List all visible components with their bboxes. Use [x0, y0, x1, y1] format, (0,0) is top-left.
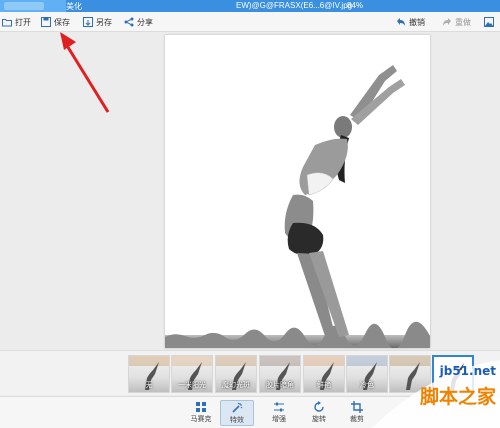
crop-label: 裁剪	[350, 416, 364, 423]
redo-icon	[443, 18, 451, 26]
undo-label: 撤销	[409, 17, 425, 27]
open-button[interactable]: 打开	[2, 15, 31, 29]
photo-preview[interactable]	[165, 35, 430, 348]
redo-button[interactable]: 重做	[442, 15, 471, 29]
watermark-site: jb51.net	[439, 364, 496, 378]
crop-button[interactable]: 裁剪	[340, 400, 374, 426]
filter-label: 魔幻光斑	[222, 382, 250, 389]
mosaic-button[interactable]: 马赛克	[184, 400, 218, 426]
share-icon	[124, 17, 134, 27]
rotate-icon	[314, 401, 324, 412]
redo-label: 重做	[455, 17, 471, 27]
filter-thumbnail[interactable]: 魔幻光斑	[215, 355, 257, 393]
sliders-icon	[274, 402, 284, 412]
save-icon	[41, 17, 51, 27]
file-name: EW)@G@FRASX(E6...6@IV.jpg	[236, 1, 353, 10]
app-logo-area	[0, 0, 66, 12]
undo-icon	[397, 18, 405, 26]
mosaic-icon	[196, 402, 206, 412]
effects-label: 特效	[230, 417, 244, 424]
yoga-woman-image	[165, 35, 430, 348]
filter-thumbnail[interactable]: 胶片暗角	[259, 355, 301, 393]
filter-label: 胶片暗角	[266, 382, 294, 389]
filter-thumbnail[interactable]: 一米阳光	[171, 355, 213, 393]
filter-label: 无	[145, 382, 153, 389]
save-as-label: 另存	[96, 17, 112, 27]
rotate-label: 旋转	[312, 416, 326, 423]
share-button[interactable]: 分享	[124, 15, 153, 29]
avatar[interactable]	[4, 2, 44, 10]
effects-button[interactable]: 特效	[220, 400, 254, 426]
filter-label: 鲜艳	[317, 382, 331, 389]
enhance-label: 增强	[272, 416, 286, 423]
save-button[interactable]: 保存	[41, 15, 70, 29]
watermark-name: 脚本之家	[419, 386, 496, 408]
crop-icon	[351, 401, 363, 413]
zoom-level: 84%	[347, 1, 364, 10]
picture-button[interactable]	[484, 15, 494, 29]
watermark: jb51.net 脚本之家	[372, 360, 500, 428]
title-bar: 美化 EW)@G@FRASX(E6...6@IV.jpg 84%	[0, 0, 500, 12]
open-label: 打开	[15, 17, 31, 27]
red-arrow-icon	[60, 32, 110, 113]
save-as-button[interactable]: 另存	[83, 15, 112, 29]
mosaic-label: 马赛克	[190, 416, 212, 423]
filter-label: 一米阳光	[178, 382, 206, 389]
rotate-button[interactable]: 旋转	[302, 400, 336, 426]
filter-thumbnail[interactable]: 鲜艳	[303, 355, 345, 393]
toolbar: 打开 保存 另存 分享 撤销 重做	[0, 12, 500, 32]
app-name: 美化	[66, 2, 82, 11]
enhance-button[interactable]: 增强	[262, 400, 296, 426]
filter-thumbnail[interactable]: 无	[128, 355, 170, 393]
save-label: 保存	[54, 17, 70, 27]
undo-button[interactable]: 撤销	[396, 15, 425, 29]
magic-wand-icon	[232, 402, 243, 413]
image-icon	[484, 17, 494, 27]
save-as-icon	[83, 17, 93, 27]
share-label: 分享	[137, 17, 153, 27]
folder-icon	[2, 19, 12, 27]
